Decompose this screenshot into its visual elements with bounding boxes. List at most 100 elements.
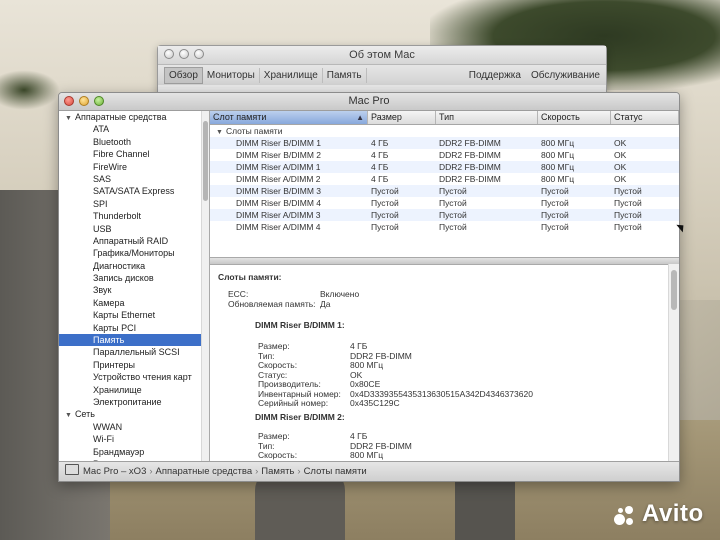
sidebar-item[interactable]: Wi-Fi bbox=[59, 433, 209, 445]
table-row[interactable]: DIMM Riser B/DIMM 3 Пустой Пустой Пустой Пус… bbox=[210, 185, 679, 197]
minimize-button[interactable] bbox=[79, 96, 89, 106]
detail-field-value: 0x435C129C bbox=[350, 398, 400, 408]
table-cell: DDR2 FB-DIMM bbox=[439, 138, 501, 148]
zoom-button[interactable] bbox=[94, 96, 104, 106]
background-tree-left bbox=[0, 70, 60, 110]
tab-storage[interactable]: Хранилище bbox=[260, 67, 323, 83]
detail-field-label: Серийный номер: bbox=[258, 398, 329, 408]
detail-field-label: Скорость: bbox=[258, 360, 298, 370]
table-cell: Пустой bbox=[541, 186, 569, 196]
sidebar-item[interactable]: Хранилище bbox=[59, 384, 209, 396]
sidebar-item[interactable]: Bluetooth bbox=[59, 136, 209, 148]
table-cell: DDR2 FB-DIMM bbox=[439, 162, 501, 172]
ecc-label: ECC: bbox=[228, 289, 249, 299]
table-row[interactable]: DIMM Riser A/DIMM 3 Пустой Пустой Пустой Пус… bbox=[210, 209, 679, 221]
sidebar-item[interactable]: Звук bbox=[59, 284, 209, 296]
memory-slots-table: ▼ Слоты памяти DIMM Riser B/DIMM 1 4 ГБ DDR… bbox=[210, 125, 679, 233]
sidebar-item[interactable]: FireWire bbox=[59, 161, 209, 173]
sidebar-item[interactable]: Запись дисков bbox=[59, 272, 209, 284]
sort-ascending-icon: ▲ bbox=[356, 113, 364, 122]
table-cell: Пустой bbox=[371, 222, 399, 232]
detail-scrollbar[interactable] bbox=[668, 264, 679, 461]
table-cell: 800 МГц bbox=[541, 162, 575, 172]
table-row[interactable]: DIMM Riser A/DIMM 4 Пустой Пустой Пустой Пус… bbox=[210, 221, 679, 233]
path-item[interactable]: Слоты памяти bbox=[304, 466, 367, 477]
sidebar-item[interactable]: Thunderbolt bbox=[59, 210, 209, 222]
sidebar-item[interactable]: Карты Ethernet bbox=[59, 309, 209, 321]
table-group-label: ▼ Слоты памяти bbox=[210, 125, 368, 137]
disclosure-triangle-icon[interactable]: ▼ bbox=[65, 113, 72, 125]
sidebar-item[interactable]: USB bbox=[59, 223, 209, 235]
sidebar-scrollbar[interactable] bbox=[201, 111, 209, 461]
sidebar-item[interactable]: ATA bbox=[59, 123, 209, 135]
column-header-size[interactable]: Размер bbox=[368, 111, 436, 124]
disclosure-triangle-icon[interactable]: ▼ bbox=[65, 410, 72, 422]
path-item[interactable]: Mac Pro – xO3 bbox=[83, 466, 146, 477]
detail-field-value: DDR2 FB-DIMM bbox=[350, 350, 412, 361]
sidebar-scroll-thumb[interactable] bbox=[203, 121, 208, 201]
sidebar-item[interactable]: WWAN bbox=[59, 421, 209, 433]
table-cell: Пустой bbox=[439, 198, 467, 208]
zoom-button[interactable] bbox=[194, 49, 204, 59]
column-header-type[interactable]: Тип bbox=[436, 111, 538, 124]
table-cell: Пустой bbox=[371, 198, 399, 208]
sidebar-item[interactable]: Fibre Channel bbox=[59, 148, 209, 160]
tab-displays[interactable]: Мониторы bbox=[203, 67, 260, 83]
content-pane: Слот памяти ▲ Размер Тип Скорость Статус … bbox=[210, 111, 679, 461]
system-information-window: Mac Pro ▼ Аппаратные средства ATA Bluetooth… bbox=[58, 92, 680, 482]
group-label-text: Слоты памяти bbox=[225, 126, 283, 136]
sidebar-item[interactable]: Принтеры bbox=[59, 359, 209, 371]
sidebar-item[interactable]: Графика/Мониторы bbox=[59, 247, 209, 259]
sidebar-item[interactable]: SPI bbox=[59, 198, 209, 210]
detail-field-value: 800 МГц bbox=[350, 450, 384, 460]
table-row[interactable]: DIMM Riser A/DIMM 2 4 ГБ DDR2 FB-DIMM 800 М… bbox=[210, 173, 679, 185]
sidebar-item[interactable]: Камера bbox=[59, 297, 209, 309]
sidebar-group-label: Аппаратные средства bbox=[74, 112, 167, 122]
detail-field-value: 800 МГц bbox=[350, 360, 384, 370]
tab-support[interactable]: Поддержка bbox=[469, 70, 521, 81]
table-row[interactable]: DIMM Riser B/DIMM 4 Пустой Пустой Пустой Пус… bbox=[210, 197, 679, 209]
minimize-button[interactable] bbox=[179, 49, 189, 59]
column-header-speed[interactable]: Скорость bbox=[538, 111, 611, 124]
close-button[interactable] bbox=[164, 49, 174, 59]
sidebar-item[interactable]: Аппаратный RAID bbox=[59, 235, 209, 247]
disclosure-triangle-icon[interactable]: ▼ bbox=[216, 127, 223, 137]
detail-field-value: 4 ГБ bbox=[350, 431, 368, 441]
sidebar-item[interactable]: Электропитание bbox=[59, 396, 209, 408]
path-item[interactable]: Память bbox=[261, 466, 294, 477]
path-separator: › bbox=[297, 466, 301, 477]
sidebar-item[interactable]: SATA/SATA Express bbox=[59, 185, 209, 197]
sidebar-item[interactable]: Брандмауэр bbox=[59, 446, 209, 458]
sidebar-group[interactable]: ▼ Аппаратные средства bbox=[59, 111, 209, 123]
table-group-row[interactable]: ▼ Слоты памяти bbox=[210, 125, 679, 137]
detail-field-label: Размер: bbox=[258, 341, 290, 351]
dimm1-title: DIMM Riser B/DIMM 1: bbox=[255, 320, 345, 330]
sidebar-group[interactable]: ▼ Сеть bbox=[59, 408, 209, 420]
table-cell: OK bbox=[614, 138, 627, 148]
table-row[interactable]: DIMM Riser B/DIMM 2 4 ГБ DDR2 FB-DIMM 800 М… bbox=[210, 149, 679, 161]
path-item[interactable]: Аппаратные средства bbox=[156, 466, 253, 477]
sidebar-item[interactable]: Память bbox=[59, 334, 209, 347]
sidebar-item[interactable]: Устройство чтения карт bbox=[59, 371, 209, 383]
column-header-status[interactable]: Статус bbox=[611, 111, 679, 124]
table-row[interactable]: DIMM Riser B/DIMM 1 4 ГБ DDR2 FB-DIMM 800 М… bbox=[210, 137, 679, 149]
sidebar-item[interactable]: Параллельный SCSI bbox=[59, 346, 209, 358]
close-button[interactable] bbox=[64, 96, 74, 106]
sidebar-item[interactable]: SAS bbox=[59, 173, 209, 185]
window-controls bbox=[64, 96, 104, 106]
detail-field-label: Тип: bbox=[258, 350, 275, 361]
table-cell: OK bbox=[614, 162, 627, 172]
table-cell: Пустой bbox=[371, 186, 399, 196]
table-cell: 800 МГц bbox=[541, 174, 575, 184]
tab-memory[interactable]: Память bbox=[323, 67, 367, 83]
tab-overview[interactable]: Обзор bbox=[164, 66, 203, 84]
column-header-slot[interactable]: Слот памяти ▲ bbox=[210, 111, 368, 124]
detail-scroll-thumb[interactable] bbox=[671, 270, 677, 310]
upgradeable-value: Да bbox=[320, 299, 331, 309]
sidebar-item[interactable]: Карты PCI bbox=[59, 322, 209, 334]
table-row[interactable]: DIMM Riser A/DIMM 1 4 ГБ DDR2 FB-DIMM 800 М… bbox=[210, 161, 679, 173]
table-cell: DIMM Riser B/DIMM 2 bbox=[236, 150, 321, 160]
tab-service[interactable]: Обслуживание bbox=[531, 70, 600, 81]
sidebar-item[interactable]: Диагностика bbox=[59, 260, 209, 272]
path-bar: Mac Pro – xO3 › Аппаратные средства › Память… bbox=[59, 461, 679, 481]
